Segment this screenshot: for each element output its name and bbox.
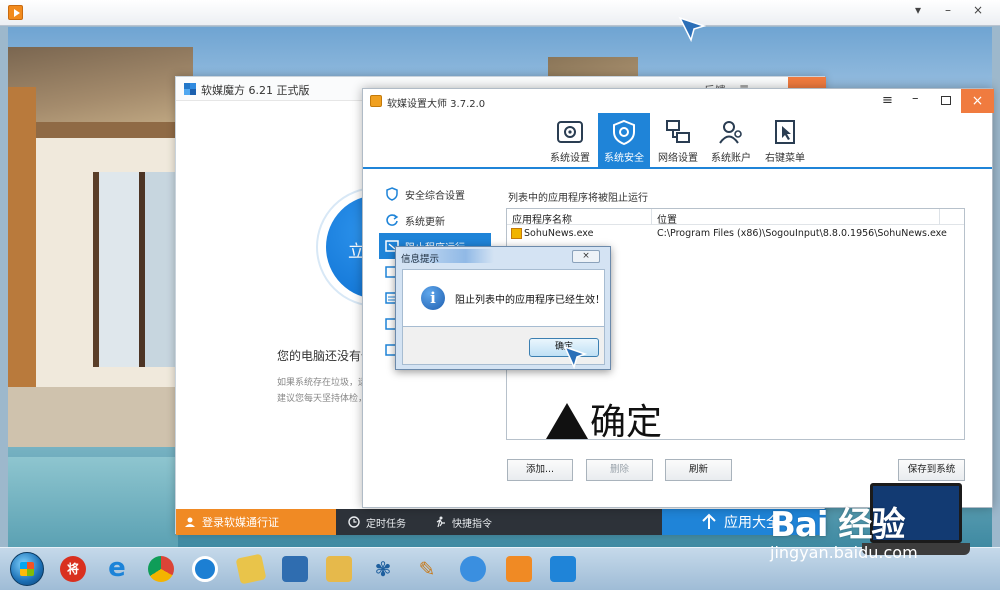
sidebar-item-label: 系统更新	[405, 216, 445, 228]
login-button-label: 登录软媒通行证	[202, 516, 279, 529]
tab-system-security-label: 系统安全	[604, 153, 644, 164]
timer-task-button[interactable]: 定时任务	[348, 509, 406, 535]
front-minimize-button[interactable]: –	[912, 91, 919, 106]
dialog-close-button[interactable]: ×	[572, 250, 600, 263]
category-toolbar: 系统设置 系统安全 网络设置 系统账户 右键菜单	[363, 113, 992, 169]
exe-file-icon	[511, 228, 522, 239]
tab-context-menu[interactable]: 右键菜单	[759, 113, 811, 167]
front-menu-button[interactable]: ≡	[882, 93, 893, 108]
shield-gear-icon	[613, 119, 635, 145]
row-app-path: C:\Program Files (x86)\SogouInput\8.8.0.…	[657, 228, 947, 239]
login-button[interactable]: 登录软媒通行证	[176, 509, 336, 535]
settings-master-logo-icon	[370, 95, 382, 107]
front-close-button[interactable]: ×	[961, 89, 994, 113]
sidebar-item-label: 安全综合设置	[405, 190, 465, 202]
tab-system-accounts-label: 系统账户	[711, 153, 751, 164]
tab-system-accounts[interactable]: 系统账户	[705, 113, 757, 167]
info-icon: i	[421, 286, 445, 310]
column-divider	[939, 209, 940, 225]
wallpaper-pool-side	[8, 457, 178, 547]
clock-icon	[348, 516, 360, 528]
tab-system-settings[interactable]: 系统设置	[544, 113, 596, 167]
wallpaper-door	[93, 172, 183, 367]
column-divider	[651, 209, 652, 225]
video-player-icon[interactable]	[506, 556, 532, 582]
pc-status-text: 您的电脑还没有优	[277, 349, 365, 363]
mouse-cursor-icon	[678, 16, 706, 42]
column-location[interactable]: 位置	[657, 211, 677, 226]
table-row[interactable]: SohuNews.exe C:\Program Files (x86)\Sogo…	[507, 226, 964, 242]
baidu-jingyan-url: jingyan.baidu.com	[770, 543, 918, 562]
row-app-name: SohuNews.exe	[524, 228, 594, 239]
outer-close-button[interactable]: ×	[970, 3, 986, 17]
users-icon	[719, 121, 742, 144]
tab-network-settings-label: 网络设置	[658, 153, 698, 164]
sticky-notes-icon[interactable]	[235, 553, 267, 585]
mouse-cursor-icon	[563, 345, 587, 369]
paint-app-icon[interactable]: ✎	[414, 556, 440, 582]
refresh-icon	[386, 214, 399, 226]
remote-desktop-icon[interactable]	[282, 556, 308, 582]
tab-context-menu-label: 右键菜单	[765, 153, 805, 164]
tab-network-settings[interactable]: 网络设置	[652, 113, 704, 167]
pc-hint-line-2: 建议您每天坚持体检，	[277, 394, 365, 404]
running-icon	[436, 516, 445, 528]
front-window-titlebar: 软媒设置大师 3.7.2.0 ≡ – ×	[363, 89, 994, 113]
shortcut-command-button[interactable]: 快捷指令	[434, 509, 492, 535]
save-to-system-button[interactable]: 保存到系统	[898, 459, 965, 481]
pinwheel-app-icon[interactable]: ✾	[370, 556, 396, 582]
player-app-icon	[8, 5, 23, 20]
gear-icon	[557, 121, 583, 143]
delete-button[interactable]: 删除	[586, 459, 653, 481]
chrome-browser-icon[interactable]	[148, 556, 174, 582]
mofang-taskbar-icon[interactable]	[550, 556, 576, 582]
outer-minimize-button[interactable]: –	[940, 3, 956, 17]
refresh-button[interactable]: 刷新	[665, 459, 732, 481]
column-app-name[interactable]: 应用程序名称	[512, 211, 572, 226]
shield-icon	[386, 187, 398, 201]
block-list-caption: 列表中的应用程序将被阻止运行	[508, 193, 648, 204]
arrow-up-icon	[702, 513, 716, 529]
media-app-icon[interactable]	[460, 556, 486, 582]
chess-app-icon[interactable]: 将	[60, 556, 86, 582]
wallpaper-deck	[8, 387, 178, 447]
baidu-jingyan-logo: Bai 经验	[770, 505, 905, 545]
user-icon	[185, 517, 195, 527]
network-icon	[666, 120, 690, 143]
back-bottom-bar: 登录软媒通行证 定时任务 快捷指令 应用大全	[176, 509, 826, 535]
back-window-title: 软媒魔方 6.21 正式版	[201, 84, 310, 97]
search-app-icon[interactable]	[192, 556, 218, 582]
sidebar-item-system-update[interactable]: 系统更新	[379, 207, 491, 233]
tab-system-security[interactable]: 系统安全	[598, 113, 650, 167]
wallpaper-post	[8, 87, 36, 417]
dialog-title: 信息提示	[401, 254, 440, 265]
shortcut-command-label: 快捷指令	[452, 518, 492, 530]
tab-system-settings-label: 系统设置	[550, 153, 590, 164]
timer-task-label: 定时任务	[366, 518, 406, 530]
dialog-body: i 阻止列表中的应用程序已经生效！	[402, 269, 605, 327]
front-maximize-button[interactable]	[941, 96, 951, 105]
confirm-annotation-text: 确定	[590, 402, 663, 443]
outer-titlebar: ▾ – ×	[0, 0, 1000, 26]
context-menu-icon	[775, 120, 795, 144]
triangle-pointer-icon	[546, 403, 588, 439]
sidebar-item-security-overview[interactable]: 安全综合设置	[379, 181, 491, 207]
confirm-annotation: 确定	[546, 393, 662, 445]
add-button[interactable]: 添加...	[507, 459, 573, 481]
mofang-logo-icon	[184, 83, 196, 95]
folder-icon[interactable]	[326, 556, 352, 582]
list-header: 应用程序名称 位置	[507, 209, 964, 226]
outer-window-controls: ▾ – ×	[910, 3, 986, 17]
front-window-title: 软媒设置大师 3.7.2.0	[387, 99, 486, 110]
ie-browser-icon[interactable]: e	[104, 555, 130, 582]
dialog-message: 阻止列表中的应用程序已经生效！	[455, 295, 605, 306]
outer-dropdown-button[interactable]: ▾	[910, 3, 926, 17]
pc-hint-line-1: 如果系统存在垃圾，运	[277, 378, 365, 388]
start-button[interactable]	[10, 552, 44, 586]
